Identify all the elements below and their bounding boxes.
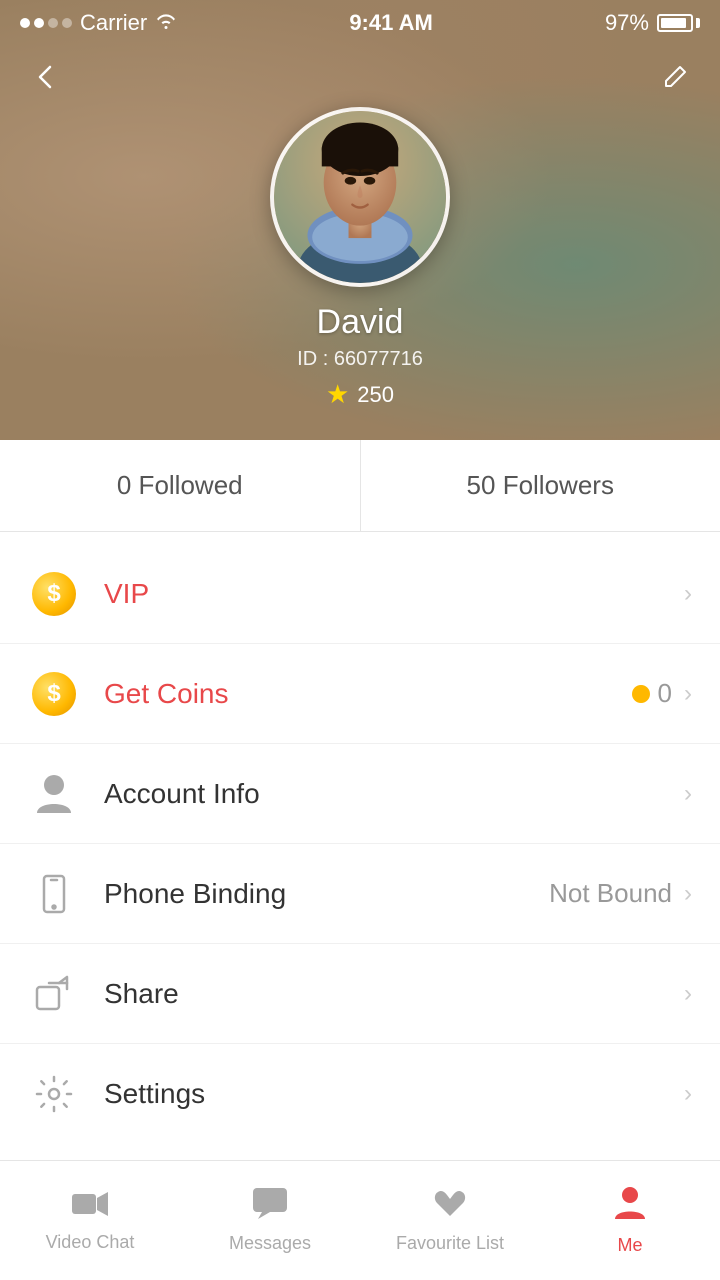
signal-dot-1: [20, 18, 30, 28]
vip-icon: $: [28, 568, 80, 620]
followed-count: 0 Followed: [117, 470, 243, 501]
coin-icon-2: $: [32, 672, 76, 716]
vip-chevron: ›: [684, 580, 692, 608]
me-label: Me: [617, 1235, 642, 1256]
phone-binding-label: Phone Binding: [104, 878, 549, 910]
status-time: 9:41 AM: [349, 10, 433, 36]
star-count: 250: [357, 382, 394, 408]
signal-indicator: [20, 18, 72, 28]
messages-icon: [252, 1187, 288, 1227]
account-info-icon: [28, 768, 80, 820]
share-chevron: ›: [684, 980, 692, 1008]
coins-value: 0: [632, 678, 672, 709]
user-name: David: [317, 303, 404, 342]
menu-item-share[interactable]: Share ›: [0, 944, 720, 1044]
menu-item-settings[interactable]: Settings ›: [0, 1044, 720, 1144]
favourites-icon: [433, 1187, 467, 1227]
user-stars: ★ 250: [326, 379, 394, 410]
coins-count: 0: [658, 678, 672, 709]
share-icon: [28, 968, 80, 1020]
wifi-icon: [155, 12, 177, 35]
star-icon: ★: [326, 379, 349, 410]
menu-item-phone-binding[interactable]: Phone Binding Not Bound ›: [0, 844, 720, 944]
settings-icon: [28, 1068, 80, 1120]
settings-chevron: ›: [684, 1080, 692, 1108]
tab-item-favourites[interactable]: Favourite List: [360, 1161, 540, 1280]
battery-percent: 97%: [605, 10, 649, 36]
account-info-label: Account Info: [104, 778, 684, 810]
me-icon: [613, 1185, 647, 1229]
phone-binding-chevron: ›: [684, 880, 692, 908]
video-chat-label: Video Chat: [46, 1232, 135, 1253]
battery-tip: [696, 18, 700, 28]
back-button[interactable]: [24, 55, 68, 106]
get-coins-chevron: ›: [684, 680, 692, 708]
followed-stat[interactable]: 0 Followed: [0, 440, 361, 531]
menu-item-account-info[interactable]: Account Info ›: [0, 744, 720, 844]
followers-stat[interactable]: 50 Followers: [361, 440, 720, 531]
avatar-ring: [270, 107, 450, 287]
share-label: Share: [104, 978, 684, 1010]
hero-nav: [0, 55, 720, 106]
get-coins-label: Get Coins: [104, 678, 632, 710]
hero-section: Carrier 9:41 AM 97%: [0, 0, 720, 440]
menu-item-vip[interactable]: $ VIP ›: [0, 544, 720, 644]
settings-label: Settings: [104, 1078, 684, 1110]
stats-row: 0 Followed 50 Followers: [0, 440, 720, 532]
get-coins-icon: $: [28, 668, 80, 720]
signal-dot-3: [48, 18, 58, 28]
messages-label: Messages: [229, 1233, 311, 1254]
vip-label: VIP: [104, 578, 684, 610]
video-chat-icon: [71, 1189, 109, 1226]
favourites-label: Favourite List: [396, 1233, 504, 1254]
menu-list: $ VIP › $ Get Coins 0 ›: [0, 544, 720, 1144]
battery-icon: [657, 14, 700, 32]
tab-bar: Video Chat Messages Favourite List Me: [0, 1160, 720, 1280]
battery-body: [657, 14, 693, 32]
followers-count: 50 Followers: [467, 470, 614, 501]
phone-binding-value: Not Bound: [549, 878, 672, 909]
avatar: [270, 107, 450, 287]
signal-dot-4: [62, 18, 72, 28]
status-right: 97%: [605, 10, 700, 36]
edit-button[interactable]: [654, 56, 696, 105]
user-id: ID : 66077716: [297, 348, 423, 371]
coin-icon: $: [32, 572, 76, 616]
battery-fill: [661, 18, 686, 28]
signal-dot-2: [34, 18, 44, 28]
phone-binding-status: Not Bound: [549, 878, 672, 909]
tab-item-me[interactable]: Me: [540, 1161, 720, 1280]
menu-item-get-coins[interactable]: $ Get Coins 0 ›: [0, 644, 720, 744]
tab-item-video-chat[interactable]: Video Chat: [0, 1161, 180, 1280]
carrier-label: Carrier: [80, 10, 147, 36]
tab-item-messages[interactable]: Messages: [180, 1161, 360, 1280]
phone-binding-icon: [28, 868, 80, 920]
account-info-chevron: ›: [684, 780, 692, 808]
status-left: Carrier: [20, 10, 177, 36]
coin-dot: [632, 685, 650, 703]
status-bar: Carrier 9:41 AM 97%: [0, 0, 720, 42]
